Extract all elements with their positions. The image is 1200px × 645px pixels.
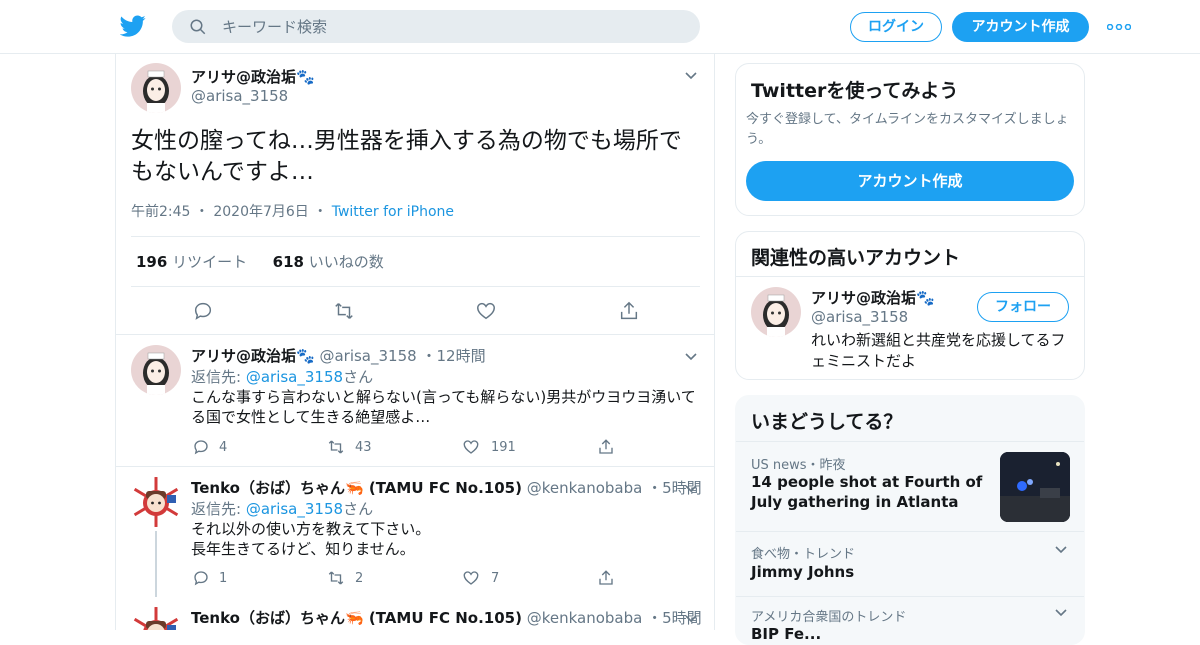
like-icon[interactable] — [462, 438, 480, 456]
reply-header: Tenko（おば）ちゃん🦐 (TAMU FC No.105) @kenkanob… — [191, 609, 702, 627]
search-bar[interactable] — [172, 10, 700, 43]
trend-topic: Jimmy Johns — [751, 563, 855, 581]
reply-time[interactable]: 12時間 — [436, 347, 485, 365]
more-options-icon[interactable] — [1107, 24, 1131, 30]
author-name[interactable]: アリサ@政治垢🐾 — [191, 66, 315, 87]
account-handle[interactable]: @arisa_3158 — [811, 308, 908, 326]
reply-text-line: それ以外の使い方を教えて下さい。 — [191, 520, 431, 538]
divider — [736, 276, 1084, 277]
main-tweet: アリサ@政治垢🐾 @arisa_3158 女性の膣ってね…男性器を挿入する為の物… — [116, 54, 714, 335]
reply-icon[interactable] — [192, 300, 214, 322]
card-title: 関連性の高いアカウント — [751, 247, 961, 269]
avatar[interactable] — [131, 63, 181, 113]
tweet-text: 女性の膣ってね…男性器を挿入する為の物でも場所でもないんですよ… — [131, 128, 682, 185]
reply-text-line: 長年生きてるけど、知りません。 — [191, 540, 415, 558]
like-count: 7 — [491, 571, 500, 586]
share-icon[interactable] — [597, 438, 615, 456]
chevron-down-icon[interactable] — [685, 485, 697, 493]
thread-line — [155, 531, 157, 597]
account-name[interactable]: アリサ@政治垢🐾 — [811, 287, 935, 308]
retweet-icon[interactable] — [333, 300, 355, 322]
trend-item[interactable]: US news・昨夜 14 people shot at Fourth of J… — [736, 441, 1084, 531]
trends-card: いまどうしてる？ US news・昨夜 14 people shot at Fo… — [735, 395, 1085, 645]
reply-tweet[interactable]: アリサ@政治垢🐾 @arisa_3158 ・12時間 返信先: @arisa_3… — [116, 335, 714, 467]
related-accounts-card: 関連性の高いアカウント アリサ@政治垢🐾 @arisa_3158 フォロー れい… — [735, 231, 1085, 380]
trend-item[interactable]: 食べ物・トレンド Jimmy Johns — [736, 531, 1084, 596]
avatar[interactable] — [131, 607, 181, 630]
card-title: いまどうしてる？ — [751, 411, 903, 433]
author-handle[interactable]: @arisa_3158 — [319, 347, 416, 365]
divider — [131, 236, 700, 237]
divider — [131, 286, 700, 287]
tweet-date[interactable]: 2020年7月6日 — [213, 204, 308, 220]
card-subtitle: 今すぐ登録して、タイムラインをカスタマイズしましょう。 — [746, 112, 1069, 147]
signup-prompt-card: Twitterを使ってみよう 今すぐ登録して、タイムラインをカスタマイズしましょ… — [735, 63, 1085, 216]
trend-topic: BIP Fe... — [751, 625, 822, 643]
twitter-bird-icon[interactable] — [120, 13, 146, 39]
signup-cta-button[interactable]: アカウント作成 — [746, 161, 1074, 201]
reply-to-line: 返信先: @arisa_3158さん — [191, 500, 374, 518]
trend-topic: 14 people shot at Fourth of July gatheri… — [751, 473, 983, 511]
tweet-meta: 午前2:45 ・ 2020年7月6日 ・ Twitter for iPhone — [131, 204, 455, 220]
trend-item[interactable]: アメリカ合衆国のトレンド BIP Fe... — [736, 596, 1084, 644]
tweet-source-link[interactable]: Twitter for iPhone — [332, 204, 454, 220]
retweet-icon[interactable] — [327, 569, 345, 587]
avatar[interactable] — [131, 477, 181, 527]
reply-text: それ以外の使い方を教えて下さい。 長年生きてるけど、知りません。 — [191, 519, 701, 559]
reply-tweet[interactable]: Tenko（おば）ちゃん🦐 (TAMU FC No.105) @kenkanob… — [116, 467, 714, 597]
like-count-link[interactable]: 618 いいねの数 — [273, 253, 384, 271]
retweet-icon[interactable] — [327, 438, 345, 456]
like-icon[interactable] — [462, 569, 480, 587]
retweet-count-link[interactable]: 196 リツイート — [136, 253, 247, 271]
tweet-column: アリサ@政治垢🐾 @arisa_3158 女性の膣ってね…男性器を挿入する為の物… — [115, 54, 715, 630]
search-icon — [190, 19, 206, 35]
reply-icon[interactable] — [192, 569, 210, 587]
account-bio: れいわ新選組と共産党を応援してるフェミニストだよ — [811, 331, 1066, 370]
like-count: 191 — [491, 440, 516, 455]
reply-to-handle[interactable]: @arisa_3158 — [246, 368, 343, 386]
chevron-down-icon[interactable] — [685, 72, 697, 80]
chevron-down-icon[interactable] — [685, 353, 697, 361]
reply-to-line: 返信先: @arisa_3158さん — [191, 368, 374, 386]
retweet-count: 2 — [355, 571, 364, 586]
avatar[interactable] — [751, 287, 801, 337]
reply-count: 1 — [219, 571, 228, 586]
retweet-count: 43 — [355, 440, 372, 455]
trend-category: US news・昨夜 — [751, 458, 846, 473]
reply-count: 4 — [219, 440, 228, 455]
author-name[interactable]: Tenko（おば）ちゃん🦐 (TAMU FC No.105) — [191, 479, 522, 497]
reply-header: Tenko（おば）ちゃん🦐 (TAMU FC No.105) @kenkanob… — [191, 479, 702, 497]
reply-text: こんな事すら言わないと解らない(言っても解らない)男共がウヨウヨ湧いてる国で女性… — [191, 388, 696, 426]
reply-tweet[interactable]: Tenko（おば）ちゃん🦐 (TAMU FC No.105) @kenkanob… — [116, 597, 714, 630]
chevron-down-icon[interactable] — [1055, 609, 1067, 617]
author-handle[interactable]: @kenkanobaba — [527, 479, 643, 497]
share-icon[interactable] — [618, 300, 640, 322]
reply-header: アリサ@政治垢🐾 @arisa_3158 ・12時間 — [191, 347, 486, 365]
chevron-down-icon[interactable] — [685, 615, 697, 623]
card-title: Twitterを使ってみよう — [751, 80, 959, 102]
share-icon[interactable] — [597, 569, 615, 587]
author-name[interactable]: Tenko（おば）ちゃん🦐 (TAMU FC No.105) — [191, 609, 522, 627]
trend-thumbnail[interactable] — [1000, 452, 1070, 522]
chevron-down-icon[interactable] — [1055, 546, 1067, 554]
signup-button[interactable]: アカウント作成 — [952, 12, 1089, 42]
author-handle[interactable]: @kenkanobaba — [527, 609, 643, 627]
tweet-time[interactable]: 午前2:45 — [131, 204, 190, 220]
reply-to-handle[interactable]: @arisa_3158 — [246, 500, 343, 518]
tweet-stats: 196 リツイート 618 いいねの数 — [136, 251, 384, 272]
author-name[interactable]: アリサ@政治垢🐾 — [191, 347, 315, 365]
author-handle[interactable]: @arisa_3158 — [191, 87, 288, 105]
trend-category: アメリカ合衆国のトレンド — [751, 610, 907, 625]
trend-category: 食べ物・トレンド — [751, 547, 856, 562]
login-button[interactable]: ログイン — [850, 12, 942, 42]
top-navigation-bar: ログイン アカウント作成 — [0, 0, 1200, 54]
reply-icon[interactable] — [192, 438, 210, 456]
search-input[interactable] — [222, 10, 682, 43]
like-icon[interactable] — [475, 300, 497, 322]
follow-button[interactable]: フォロー — [977, 292, 1069, 322]
avatar[interactable] — [131, 345, 181, 395]
